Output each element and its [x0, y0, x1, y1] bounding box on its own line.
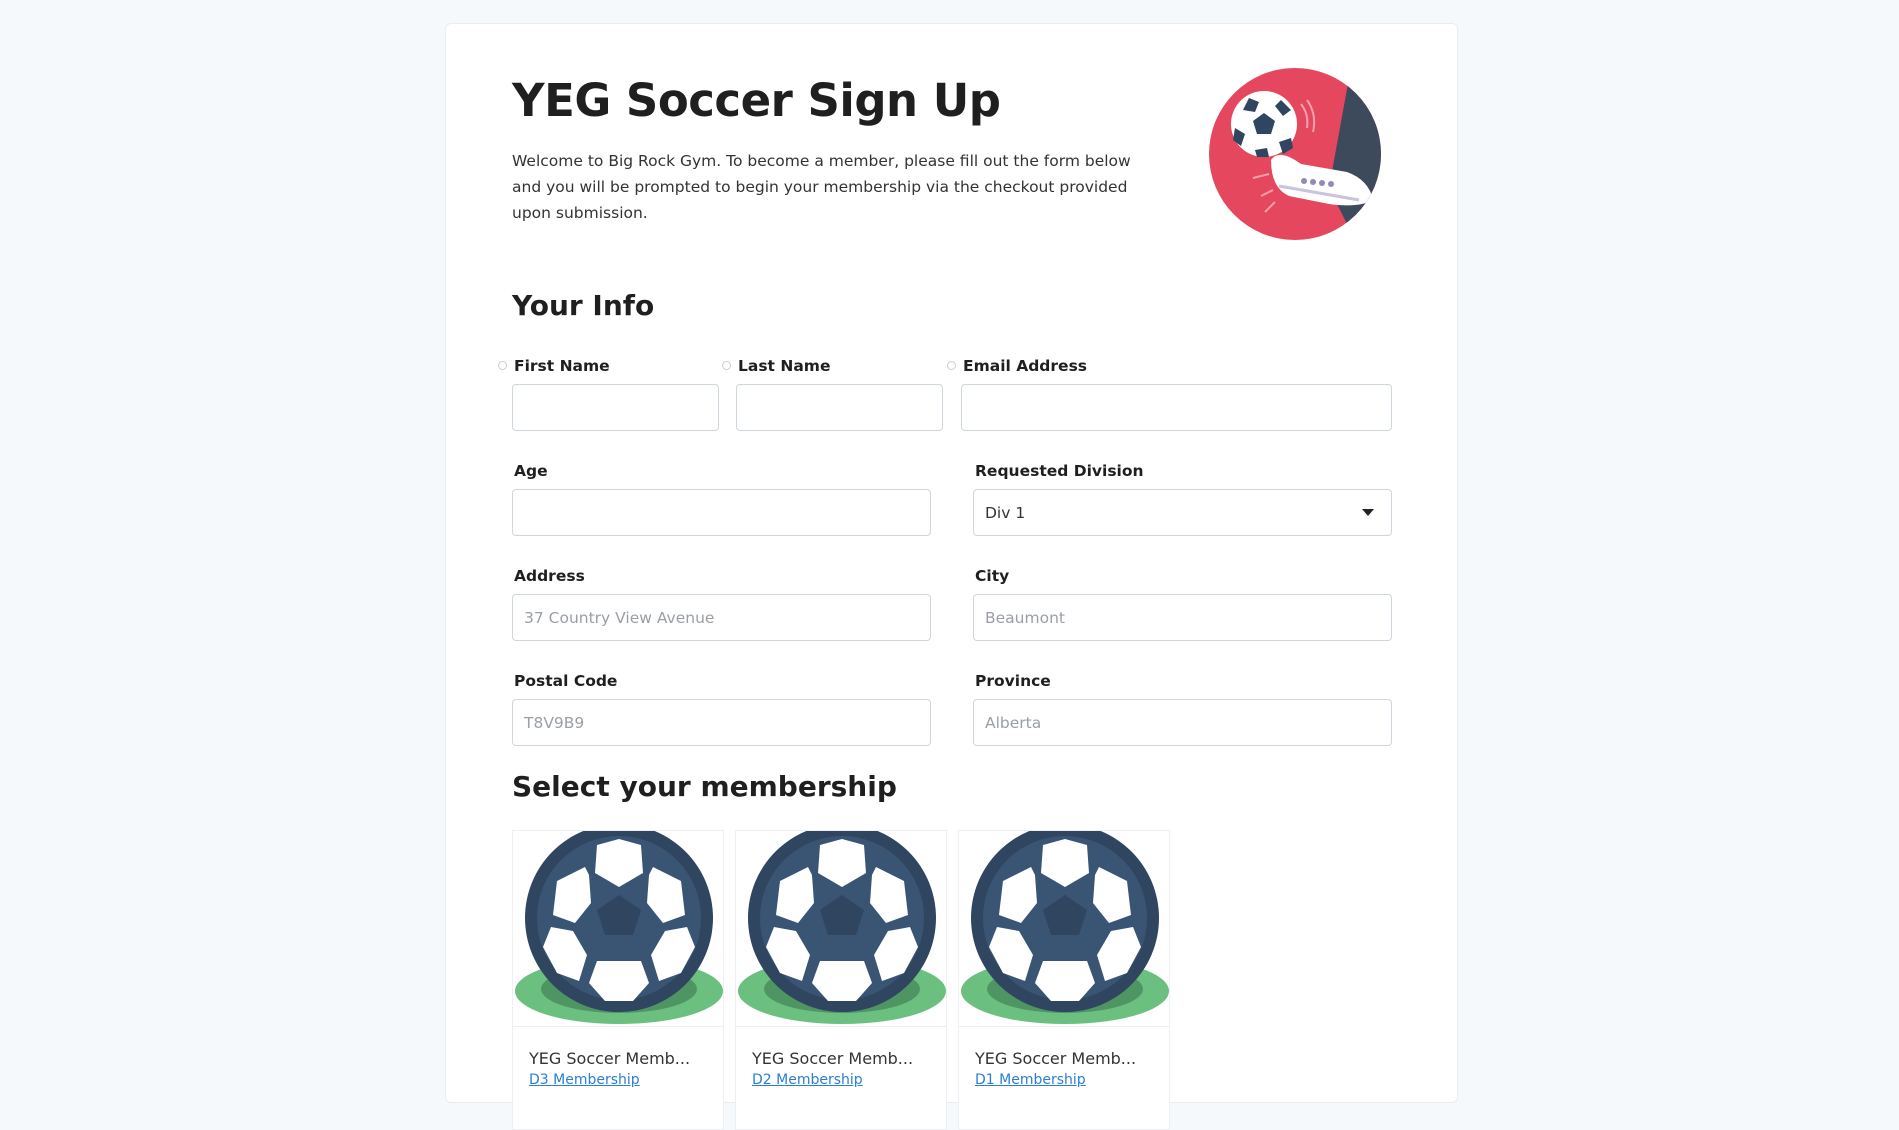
age-field: Age: [512, 461, 931, 536]
tile-divider: [513, 1026, 723, 1027]
email-input[interactable]: [961, 384, 1392, 431]
last-name-label: Last Name: [722, 356, 943, 376]
postal-code-label: Postal Code: [514, 672, 618, 690]
soccer-ball-icon: [961, 831, 1169, 1024]
chevron-down-icon: [1362, 509, 1374, 516]
first-name-label: First Name: [498, 356, 719, 376]
postal-code-field: Postal Code: [512, 671, 931, 746]
required-indicator-icon: [722, 361, 731, 370]
soccer-ball-icon: [738, 831, 946, 1024]
membership-link[interactable]: D3 Membership: [529, 1072, 640, 1088]
membership-tile-d2[interactable]: YEG Soccer Memb... D2 Membership: [735, 830, 947, 1130]
city-label: City: [975, 567, 1010, 585]
division-select[interactable]: Div 1: [973, 489, 1392, 536]
required-indicator-icon: [947, 361, 956, 370]
postal-code-input[interactable]: [512, 699, 931, 746]
division-field: Requested Division Div 1: [973, 461, 1392, 536]
soccer-kick-illustration-icon: [1209, 68, 1381, 240]
division-label: Requested Division: [975, 462, 1144, 480]
membership-name: YEG Soccer Memb...: [529, 1049, 691, 1068]
first-name-label-text: First Name: [514, 357, 610, 375]
tile-divider: [736, 1026, 946, 1027]
age-label: Age: [514, 462, 548, 480]
last-name-field: Last Name: [722, 356, 943, 431]
age-input[interactable]: [512, 489, 931, 536]
province-input[interactable]: [973, 699, 1392, 746]
last-name-input[interactable]: [736, 384, 943, 431]
membership-name: YEG Soccer Memb...: [975, 1049, 1137, 1068]
address-input[interactable]: [512, 594, 931, 641]
address-label: Address: [514, 567, 585, 585]
membership-tile-d3[interactable]: YEG Soccer Memb... D3 Membership: [512, 830, 724, 1130]
intro-text: Welcome to Big Rock Gym. To become a mem…: [512, 152, 1131, 222]
membership-name: YEG Soccer Memb...: [752, 1049, 914, 1068]
province-label: Province: [975, 672, 1051, 690]
city-field: City: [973, 566, 1392, 641]
membership-link[interactable]: D2 Membership: [752, 1072, 863, 1088]
province-field: Province: [973, 671, 1392, 746]
address-field: Address: [512, 566, 931, 641]
first-name-input[interactable]: [512, 384, 719, 431]
page-title: YEG Soccer Sign Up: [512, 74, 1001, 127]
required-indicator-icon: [498, 361, 507, 370]
tile-divider: [959, 1026, 1169, 1027]
your-info-heading: Your Info: [512, 289, 655, 322]
last-name-label-text: Last Name: [738, 357, 831, 375]
soccer-ball-icon: [515, 831, 723, 1024]
signup-form-card: YEG Soccer Sign Up Welcome to Big Rock G…: [445, 23, 1458, 1130]
email-label-text: Email Address: [963, 357, 1088, 375]
membership-heading: Select your membership: [512, 770, 897, 803]
membership-tile-d1[interactable]: YEG Soccer Memb... D1 Membership: [958, 830, 1170, 1130]
email-label: Email Address: [947, 356, 1392, 376]
membership-link[interactable]: D1 Membership: [975, 1072, 1086, 1088]
email-field: Email Address: [947, 356, 1392, 431]
division-selected-value: Div 1: [985, 503, 1026, 522]
first-name-field: First Name: [498, 356, 719, 431]
city-input[interactable]: [973, 594, 1392, 641]
